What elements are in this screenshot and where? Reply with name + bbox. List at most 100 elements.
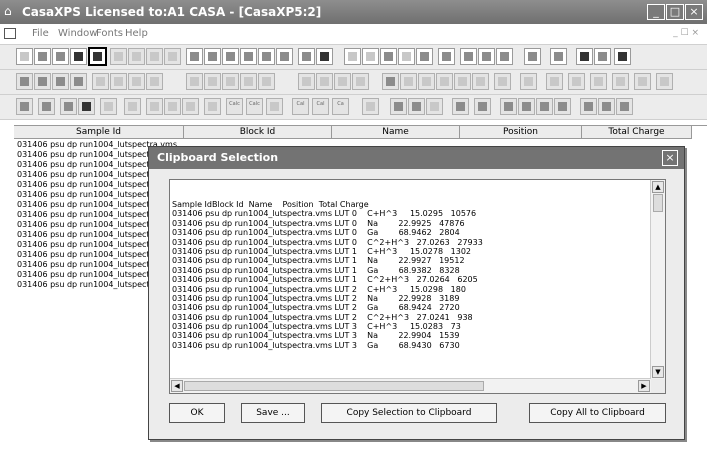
quant-icon-3[interactable] — [496, 48, 513, 65]
calc-button-d[interactable]: Cal — [312, 98, 329, 115]
proc-icon-27[interactable] — [568, 73, 585, 90]
ana-icon-4[interactable] — [78, 98, 95, 115]
ana-icon-22[interactable] — [580, 98, 597, 115]
menu-window[interactable]: Window — [58, 28, 97, 39]
scroll-up-icon[interactable]: ▲ — [652, 181, 664, 193]
table-row[interactable]: 031406 psu dp run1004_lutspectra. — [17, 270, 160, 279]
tile-icon-1[interactable] — [186, 48, 203, 65]
proc-icon-6[interactable] — [110, 73, 127, 90]
ana-icon-21[interactable] — [554, 98, 571, 115]
copy-icon-2[interactable] — [110, 48, 127, 65]
frame-icon-1[interactable] — [344, 48, 361, 65]
proc-icon-7[interactable] — [128, 73, 145, 90]
scroll-left-icon[interactable]: ◀ — [171, 380, 183, 392]
table-row[interactable]: 031406 psu dp run1004_lutspectra. — [17, 170, 160, 179]
proc-icon-31[interactable] — [656, 73, 673, 90]
tile-icon-3[interactable] — [222, 48, 239, 65]
table-row[interactable]: 031406 psu dp run1004_lutspectra. — [17, 250, 160, 259]
ana-icon-6[interactable] — [124, 98, 141, 115]
tile-icon-4[interactable] — [240, 48, 257, 65]
tile-icon-2[interactable] — [204, 48, 221, 65]
line-icon[interactable] — [416, 48, 433, 65]
minimize-icon[interactable]: _ — [647, 4, 665, 20]
table-row[interactable]: 031406 psu dp run1004_lutspectra. — [17, 190, 160, 199]
proc-icon-26[interactable] — [546, 73, 563, 90]
ana-icon-19[interactable] — [518, 98, 535, 115]
quant-icon-2[interactable] — [478, 48, 495, 65]
column-total-charge[interactable]: Total Charge — [582, 126, 692, 139]
proc-icon-2[interactable] — [34, 73, 51, 90]
proc-icon-23[interactable] — [472, 73, 489, 90]
table-row[interactable]: 031406 psu dp run1004_lutspectra. — [17, 230, 160, 239]
proc-icon-18[interactable] — [382, 73, 399, 90]
ana-icon-8[interactable] — [164, 98, 181, 115]
clipboard-copy-icon[interactable] — [88, 47, 107, 66]
table-row[interactable]: 031406 psu dp run1004_lutspectra. — [17, 160, 160, 169]
save-icon[interactable] — [70, 48, 87, 65]
table-row[interactable]: 031406 psu dp run1004_lutspectra. — [17, 180, 160, 189]
table-row[interactable]: 031406 psu dp run1004_lutspectra. — [17, 200, 160, 209]
vertical-scroll-thumb[interactable] — [653, 194, 663, 212]
peak-icon[interactable] — [438, 48, 455, 65]
clipboard-text-area[interactable]: Sample IdBlock Id Name Position Total Ch… — [169, 179, 666, 394]
column-sample-id[interactable]: Sample Id — [14, 126, 184, 139]
copy-icon-3[interactable] — [128, 48, 145, 65]
print-icon[interactable] — [576, 48, 593, 65]
column-block-id[interactable]: Block Id — [184, 126, 332, 139]
proc-icon-10[interactable] — [204, 73, 221, 90]
horizontal-scrollbar[interactable]: ◀ ▶ — [170, 378, 651, 393]
copy-icon-5[interactable] — [164, 48, 181, 65]
ana-icon-7[interactable] — [146, 98, 163, 115]
tile-icon-5[interactable] — [258, 48, 275, 65]
restore-icon[interactable]: □ — [666, 4, 684, 20]
ana-icon-10[interactable] — [204, 98, 221, 115]
proc-icon-22[interactable] — [454, 73, 471, 90]
proc-icon-4[interactable] — [70, 73, 87, 90]
table-row[interactable]: 031406 psu dp run1004_lutspectra. — [17, 210, 160, 219]
table-row[interactable]: 031406 psu dp run1004_lutspectra. — [17, 150, 160, 159]
proc-icon-1[interactable] — [16, 73, 33, 90]
ana-icon-14[interactable] — [408, 98, 425, 115]
proc-icon-3[interactable] — [52, 73, 69, 90]
ana-icon-18[interactable] — [500, 98, 517, 115]
proc-icon-30[interactable] — [634, 73, 651, 90]
ana-icon-23[interactable] — [598, 98, 615, 115]
proc-icon-19[interactable] — [400, 73, 417, 90]
ana-icon-13[interactable] — [390, 98, 407, 115]
horizontal-scroll-thumb[interactable] — [184, 381, 484, 391]
scroll-right-icon[interactable]: ▶ — [638, 380, 650, 392]
proc-icon-9[interactable] — [186, 73, 203, 90]
vertical-scrollbar[interactable]: ▲ ▼ — [650, 180, 665, 379]
help-icon[interactable] — [614, 48, 631, 65]
open-folder-icon[interactable] — [52, 48, 69, 65]
ana-icon-24[interactable] — [616, 98, 633, 115]
menu-file[interactable]: File — [32, 28, 49, 39]
proc-icon-8[interactable] — [146, 73, 163, 90]
ana-icon-15[interactable] — [426, 98, 443, 115]
proc-icon-11[interactable] — [222, 73, 239, 90]
calc-button-b[interactable]: Calc — [246, 98, 263, 115]
ana-icon-11[interactable] — [266, 98, 283, 115]
proc-icon-24[interactable] — [494, 73, 511, 90]
frame-icon-3[interactable] — [380, 48, 397, 65]
calc-button-a[interactable]: Calc — [226, 98, 243, 115]
proc-icon-17[interactable] — [352, 73, 369, 90]
quant-icon-1[interactable] — [460, 48, 477, 65]
proc-icon-16[interactable] — [334, 73, 351, 90]
proc-icon-13[interactable] — [258, 73, 275, 90]
copy-icon-4[interactable] — [146, 48, 163, 65]
close-icon[interactable]: × — [662, 150, 678, 166]
ana-icon-1[interactable] — [16, 98, 33, 115]
ana-icon-2[interactable] — [38, 98, 55, 115]
save-button[interactable]: Save ... — [241, 403, 305, 423]
scroll-down-icon[interactable]: ▼ — [652, 366, 664, 378]
people-icon[interactable] — [316, 48, 333, 65]
tile-icon-6[interactable] — [276, 48, 293, 65]
ana-icon-16[interactable] — [452, 98, 469, 115]
proc-icon-25[interactable] — [520, 73, 537, 90]
copy-selection-button[interactable]: Copy Selection to Clipboard — [321, 403, 497, 423]
ana-icon-17[interactable] — [474, 98, 491, 115]
proc-icon-28[interactable] — [590, 73, 607, 90]
proc-icon-14[interactable] — [298, 73, 315, 90]
ana-icon-3[interactable] — [60, 98, 77, 115]
